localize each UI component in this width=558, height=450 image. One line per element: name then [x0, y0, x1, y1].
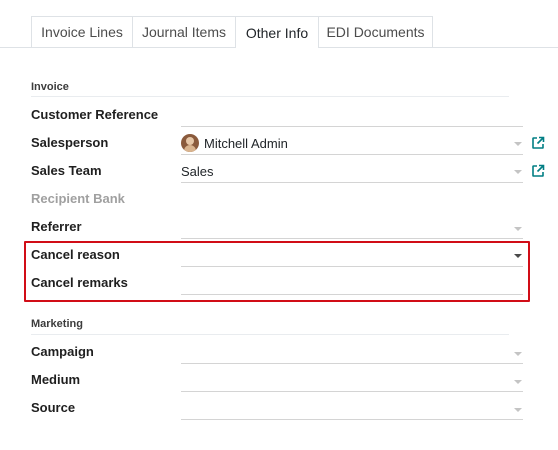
- sales-team-label: Sales Team: [31, 163, 102, 178]
- referrer-label: Referrer: [31, 219, 82, 234]
- chevron-down-icon[interactable]: [514, 408, 522, 412]
- tab-other-info[interactable]: Other Info: [235, 16, 319, 48]
- source-input[interactable]: [181, 419, 523, 420]
- referrer-input[interactable]: [181, 238, 523, 239]
- chevron-down-icon[interactable]: [514, 170, 522, 174]
- salesperson-input[interactable]: [181, 154, 523, 155]
- section-title-marketing: Marketing: [31, 318, 83, 330]
- campaign-input[interactable]: [181, 363, 523, 364]
- sales-team-value[interactable]: Sales: [181, 164, 214, 179]
- tab-journal-items[interactable]: Journal Items: [132, 16, 236, 47]
- salesperson-label: Salesperson: [31, 135, 109, 150]
- salesperson-value[interactable]: Mitchell Admin: [204, 136, 288, 151]
- cancel-reason-label: Cancel reason: [31, 247, 120, 262]
- campaign-label: Campaign: [31, 344, 94, 359]
- cancel-reason-input[interactable]: [181, 266, 523, 267]
- tab-invoice-lines[interactable]: Invoice Lines: [31, 16, 133, 47]
- chevron-down-icon[interactable]: [514, 142, 522, 146]
- medium-label: Medium: [31, 372, 81, 387]
- cancel-remarks-input[interactable]: [181, 294, 523, 295]
- recipient-bank-label: Recipient Bank: [31, 191, 125, 206]
- chevron-down-icon[interactable]: [514, 380, 522, 384]
- chevron-down-icon[interactable]: [514, 352, 522, 356]
- external-link-icon[interactable]: [531, 164, 545, 178]
- tab-edi-documents[interactable]: EDI Documents: [318, 16, 433, 47]
- chevron-down-icon[interactable]: [514, 227, 522, 231]
- salesperson-avatar: [181, 134, 199, 152]
- section-separator: [31, 96, 509, 97]
- customer-reference-label: Customer Reference: [31, 107, 159, 122]
- chevron-down-icon[interactable]: [514, 254, 522, 258]
- external-link-icon[interactable]: [531, 136, 545, 150]
- notebook-tabs: Invoice Lines Journal Items Other Info E…: [0, 0, 558, 48]
- section-title-invoice: Invoice: [31, 81, 69, 93]
- sales-team-input[interactable]: [181, 182, 523, 183]
- source-label: Source: [31, 400, 76, 415]
- section-separator: [31, 334, 509, 335]
- medium-input[interactable]: [181, 391, 523, 392]
- customer-reference-input[interactable]: [181, 126, 523, 127]
- cancel-remarks-label: Cancel remarks: [31, 275, 128, 290]
